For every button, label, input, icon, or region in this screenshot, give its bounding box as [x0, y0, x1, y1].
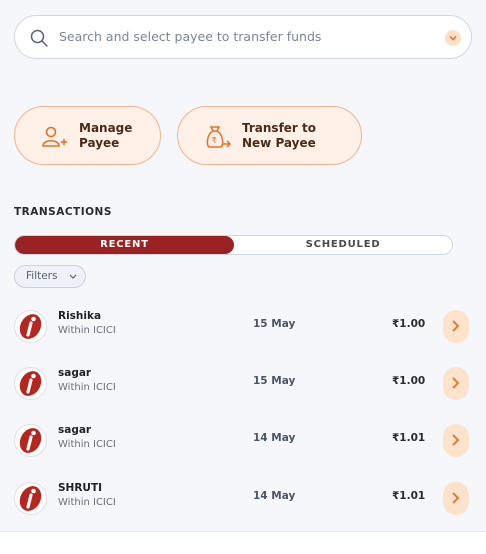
- payee-search-field[interactable]: Search and select payee to transfer fund…: [14, 15, 472, 59]
- chevron-right-icon[interactable]: [443, 310, 469, 343]
- transaction-date: 14 May: [253, 432, 296, 444]
- tab-recent[interactable]: RECENT: [15, 236, 234, 254]
- svg-text:₹: ₹: [212, 136, 217, 145]
- filters-label: Filters: [26, 270, 58, 282]
- payee-name: sagar: [58, 367, 92, 379]
- transaction-amount: ₹1.01: [392, 432, 426, 444]
- transaction-date: 15 May: [253, 318, 296, 330]
- search-icon: [30, 29, 48, 47]
- manage-payee-label: Manage Payee: [79, 121, 133, 150]
- filters-button[interactable]: Filters: [14, 265, 86, 288]
- icici-logo-icon: [14, 367, 47, 400]
- search-placeholder: Search and select payee to transfer fund…: [59, 29, 322, 44]
- transaction-row[interactable]: sagar Within ICICI 14 May ₹1.01: [0, 412, 486, 468]
- chevron-right-icon[interactable]: [443, 367, 469, 400]
- add-user-icon: [42, 126, 67, 147]
- icici-logo-icon: [14, 310, 47, 343]
- transaction-row[interactable]: sagar Within ICICI 15 May ₹1.00: [0, 355, 486, 411]
- payee-bank: Within ICICI: [58, 439, 116, 450]
- transaction-date: 15 May: [253, 375, 296, 387]
- chevron-right-icon[interactable]: [443, 482, 469, 515]
- transactions-heading: TRANSACTIONS: [14, 206, 112, 218]
- transaction-amount: ₹1.01: [392, 490, 426, 502]
- chevron-right-icon[interactable]: [443, 424, 469, 457]
- transaction-amount: ₹1.00: [392, 318, 426, 330]
- icici-logo-icon: [14, 482, 47, 515]
- payee-name: sagar: [58, 424, 92, 436]
- icici-logo-icon: [14, 424, 47, 457]
- payee-bank: Within ICICI: [58, 497, 116, 508]
- transaction-amount: ₹1.00: [392, 375, 426, 387]
- transaction-row[interactable]: SHRUTI Within ICICI 14 May ₹1.01: [0, 470, 486, 526]
- transaction-row[interactable]: Rishika Within ICICI 15 May ₹1.00: [0, 298, 486, 354]
- transaction-date: 14 May: [253, 490, 296, 502]
- transfer-new-payee-label: Transfer to New Payee: [242, 121, 317, 150]
- chevron-down-icon: [69, 274, 77, 279]
- payee-bank: Within ICICI: [58, 325, 116, 336]
- chevron-down-icon[interactable]: [445, 30, 461, 46]
- transfer-new-payee-button[interactable]: ₹ Transfer to New Payee: [177, 106, 362, 165]
- bottom-bar: [0, 531, 486, 554]
- money-bag-transfer-icon: ₹: [206, 126, 231, 148]
- payee-bank: Within ICICI: [58, 382, 116, 393]
- payee-name: Rishika: [58, 310, 102, 322]
- transactions-tab-toggle: RECENT SCHEDULED: [14, 235, 453, 255]
- tab-scheduled[interactable]: SCHEDULED: [234, 236, 452, 254]
- payee-name: SHRUTI: [58, 482, 103, 494]
- manage-payee-button[interactable]: Manage Payee: [14, 106, 161, 165]
